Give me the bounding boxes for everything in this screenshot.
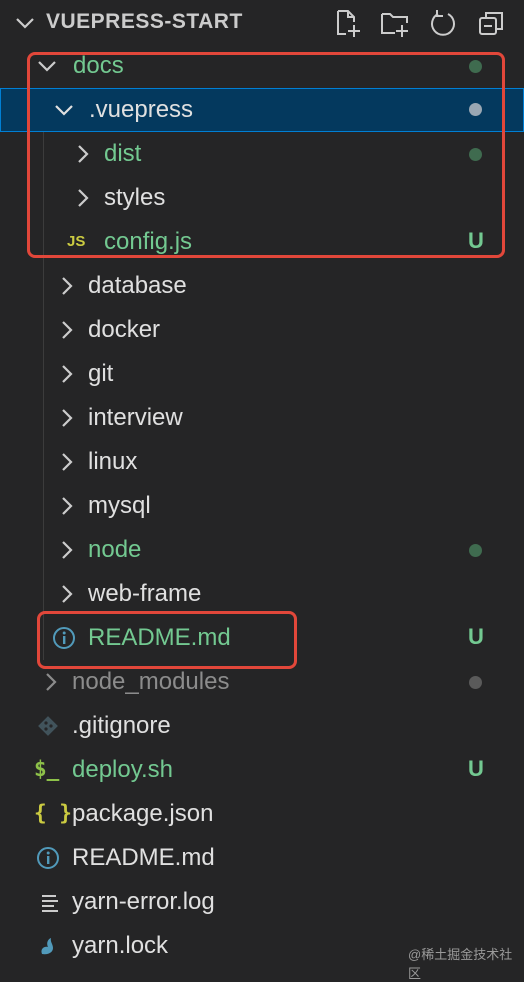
tree-item-mysql[interactable]: mysql [0,484,524,528]
chevron-right-icon [56,451,78,473]
tree-item-label: README.md [72,844,215,871]
highlight-box [37,611,297,669]
chevron-right-icon [56,539,78,561]
tree-item-docker[interactable]: docker [0,308,524,352]
refresh-icon[interactable] [428,8,458,38]
tree-item-label: package.json [72,800,214,827]
tree-item-label: interview [88,404,183,431]
collapse-all-icon[interactable] [476,8,506,38]
chevron-right-icon [56,407,78,429]
tree-item-label: node [88,536,142,563]
chevron-right-icon [56,275,78,297]
chevron-right-icon [56,363,78,385]
chevron-down-icon[interactable] [14,12,36,34]
log-file-icon [38,890,62,914]
shell-file-icon: $_ [34,757,60,781]
tree-item-gitignore[interactable]: .gitignore [0,704,524,748]
tree-item-node[interactable]: node [0,528,524,572]
chevron-right-icon [40,671,62,693]
tree-item-label: deploy.sh [72,756,173,783]
ignored-dot [469,676,482,689]
git-icon [36,714,60,738]
tree-item-git[interactable]: git [0,352,524,396]
tree-item-label: linux [88,448,138,475]
tree-item-interview[interactable]: interview [0,396,524,440]
tree-item-web-frame[interactable]: web-frame [0,572,524,616]
tree-item-label: docker [88,316,161,343]
tree-item-deploy-sh[interactable]: $_ deploy.sh U [0,748,524,792]
chevron-right-icon [56,495,78,517]
project-title[interactable]: VUEPRESS-START [46,10,243,34]
tree-item-yarn-error-log[interactable]: yarn-error.log [0,880,524,924]
yarn-icon [36,934,60,958]
tree-item-package-json[interactable]: { } package.json [0,792,524,836]
tree-item-readme[interactable]: README.md [0,836,524,880]
tree-item-label: node_modules [72,668,230,695]
tree-item-label: .gitignore [72,712,171,739]
json-file-icon: { } [34,801,72,825]
chevron-right-icon [56,319,78,341]
tree-item-label: yarn-error.log [72,888,215,915]
watermark: @稀土掘金技术社区 [408,947,513,981]
new-folder-icon[interactable] [380,8,410,38]
tree-item-database[interactable]: database [0,264,524,308]
tree-item-label: mysql [88,492,151,519]
tree-item-linux[interactable]: linux [0,440,524,484]
highlight-box [27,52,505,258]
explorer-header: VUEPRESS-START [0,0,524,44]
modified-dot [469,544,482,557]
tree-item-label: database [88,272,187,299]
chevron-right-icon [56,583,78,605]
tree-item-label: yarn.lock [72,932,169,959]
untracked-badge: U [468,624,484,649]
info-icon [36,846,60,870]
untracked-badge: U [468,756,484,781]
tree-item-label: git [88,360,114,387]
new-file-icon[interactable] [332,8,362,38]
tree-item-label: web-frame [88,580,202,607]
